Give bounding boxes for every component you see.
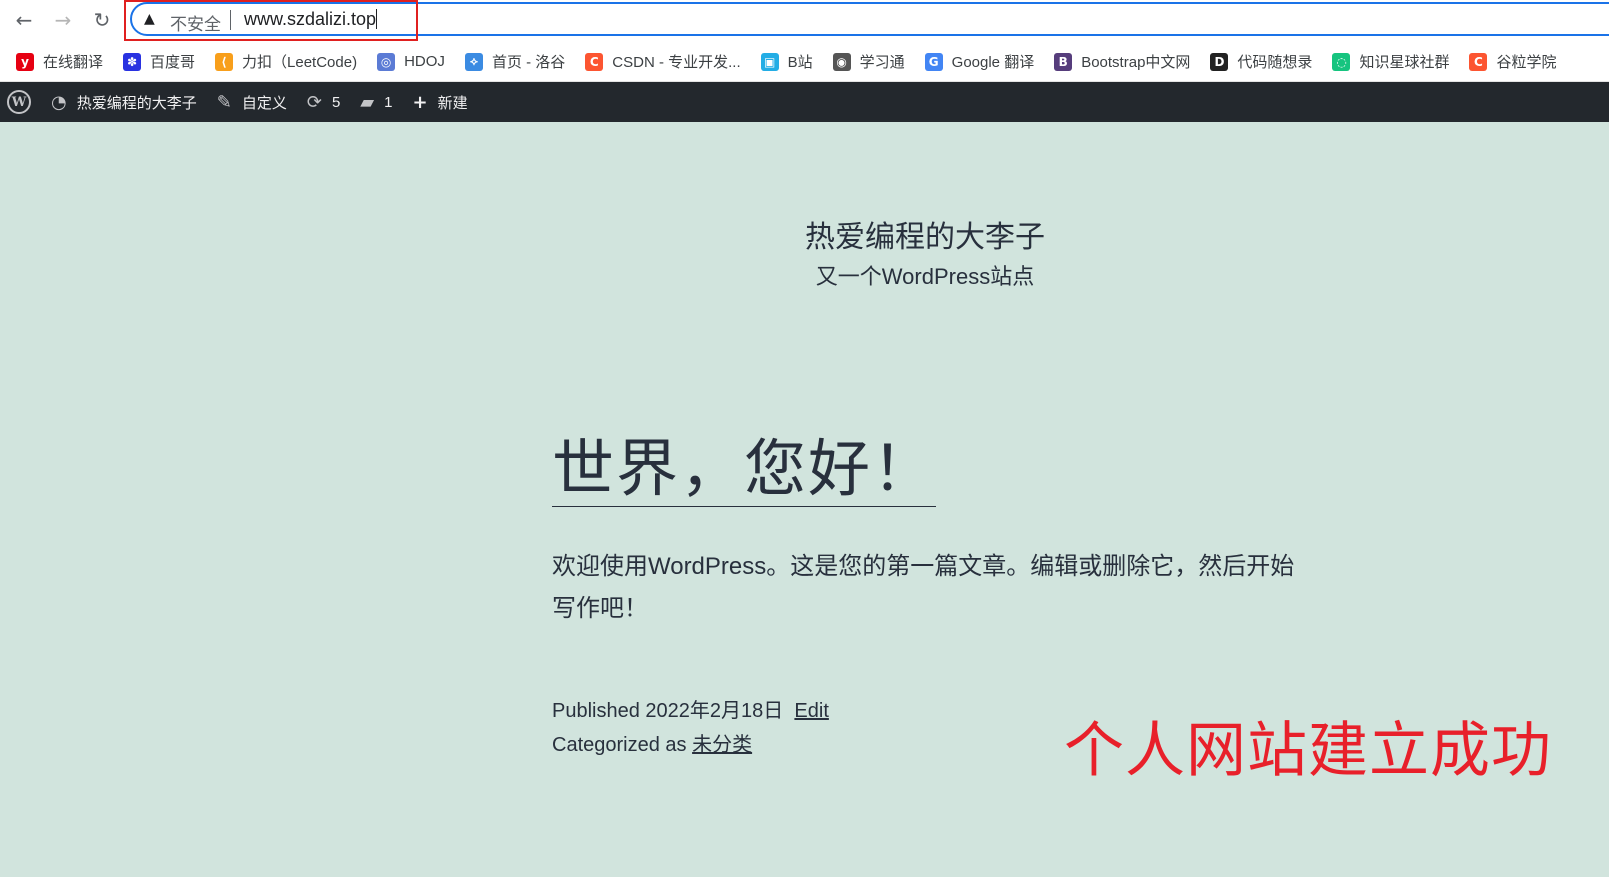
category-link[interactable]: 未分类 bbox=[692, 734, 752, 756]
post-body: 欢迎使用WordPress。这是您的第一篇文章。编辑或删除它，然后开始写作吧！ bbox=[552, 553, 1295, 622]
bookmark-label: 谷粒学院 bbox=[1496, 54, 1557, 71]
bookmark-label: Google 翻译 bbox=[951, 54, 1035, 71]
browser-toolbar: ← → ↻ ▲ 不安全 www.szdalizi.top bbox=[0, 0, 1609, 42]
admin-new-label: 新建 bbox=[437, 94, 468, 112]
bookmark-label: 百度哥 bbox=[150, 54, 196, 71]
url-highlight-box bbox=[124, 0, 418, 41]
admin-customize-label: 自定义 bbox=[241, 94, 287, 112]
bookmark-favicon-icon: ◎ bbox=[377, 52, 396, 71]
categorized-prefix: Categorized as bbox=[552, 734, 687, 756]
admin-comments[interactable]: ▰ 1 bbox=[360, 92, 392, 113]
admin-customize[interactable]: ✎ 自定义 bbox=[217, 92, 287, 113]
bookmark-item[interactable]: G Google 翻译 bbox=[924, 51, 1035, 72]
bookmark-label: HDOJ bbox=[404, 53, 445, 70]
bookmark-favicon-icon: G bbox=[924, 52, 943, 71]
bookmark-item[interactable]: ⟨ 力扣（LeetCode) bbox=[215, 51, 357, 72]
wordpress-logo-icon[interactable]: W bbox=[7, 90, 31, 114]
admin-updates[interactable]: ⟳ 5 bbox=[307, 92, 340, 113]
forward-button[interactable]: → bbox=[49, 6, 77, 34]
bookmark-favicon-icon: B bbox=[1054, 52, 1073, 71]
admin-site-name[interactable]: ◔ 热爱编程的大李子 bbox=[51, 92, 197, 113]
bookmarks-bar: y 在线翻译 ✽ 百度哥 ⟨ 力扣（LeetCode) ◎ HDOJ ⟡ 首页 - 洛谷 C CSDN… bbox=[0, 42, 1609, 82]
bookmark-item[interactable]: ◉ 学习通 bbox=[832, 51, 905, 72]
post-title[interactable]: 世界，您好！ bbox=[552, 435, 937, 508]
bookmark-favicon-icon: D bbox=[1210, 52, 1229, 71]
bookmark-favicon-icon: y bbox=[16, 52, 34, 71]
bookmark-label: 在线翻译 bbox=[43, 54, 104, 71]
bookmark-item[interactable]: B Bootstrap中文网 bbox=[1054, 51, 1190, 72]
category-line: Categorized as 未分类 bbox=[552, 728, 829, 762]
site-title[interactable]: 热爱编程的大李子 bbox=[0, 212, 1609, 256]
bookmark-item[interactable]: ⟡ 首页 - 洛谷 bbox=[464, 51, 566, 72]
bookmark-label: 学习通 bbox=[859, 54, 905, 71]
edit-link[interactable]: Edit bbox=[794, 700, 828, 722]
bookmark-label: B站 bbox=[787, 54, 813, 71]
bookmark-item[interactable]: ◎ HDOJ bbox=[377, 52, 445, 71]
updates-icon: ⟳ bbox=[306, 91, 322, 113]
comment-icon: ▰ bbox=[360, 91, 375, 113]
bookmark-item[interactable]: ◌ 知识星球社群 bbox=[1332, 51, 1449, 72]
published-line: Published 2022年2月18日 Edit bbox=[552, 694, 829, 728]
published-date: 2022年2月18日 bbox=[645, 700, 784, 722]
bookmark-favicon-icon: ▣ bbox=[760, 52, 779, 71]
bookmark-favicon-icon: ◌ bbox=[1332, 52, 1351, 71]
bookmark-item[interactable]: y 在线翻译 bbox=[16, 51, 103, 72]
post-meta: Published 2022年2月18日 Edit Categorized as… bbox=[552, 694, 829, 762]
bookmark-item[interactable]: C 谷粒学院 bbox=[1469, 51, 1556, 72]
bookmark-item[interactable]: ✽ 百度哥 bbox=[123, 51, 195, 72]
back-button[interactable]: ← bbox=[10, 6, 38, 34]
site-description: 又一个WordPress站点 bbox=[815, 264, 1035, 289]
dashboard-icon: ◔ bbox=[51, 91, 67, 113]
bookmark-item[interactable]: ▣ B站 bbox=[760, 51, 813, 72]
admin-new[interactable]: + 新建 bbox=[412, 92, 467, 113]
bookmark-label: 首页 - 洛谷 bbox=[491, 54, 566, 71]
published-prefix: Published bbox=[552, 700, 640, 722]
bookmark-label: CSDN - 专业开发... bbox=[612, 54, 741, 71]
bookmark-favicon-icon: ⟡ bbox=[464, 52, 483, 71]
bookmark-favicon-icon: ◉ bbox=[832, 52, 851, 71]
bookmark-label: Bootstrap中文网 bbox=[1081, 54, 1191, 71]
wp-admin-bar: W ◔ 热爱编程的大李子 ✎ 自定义 ⟳ 5 ▰ 1 + 新建 bbox=[0, 82, 1609, 122]
bookmark-label: 力扣（LeetCode) bbox=[242, 54, 358, 71]
annotation-text: 个人网站建立成功 bbox=[1064, 717, 1552, 784]
updates-count: 5 bbox=[331, 93, 341, 111]
bookmark-favicon-icon: ⟨ bbox=[215, 52, 234, 71]
bookmark-item[interactable]: D 代码随想录 bbox=[1210, 51, 1312, 72]
bookmark-item[interactable]: C CSDN - 专业开发... bbox=[585, 51, 741, 72]
bookmark-favicon-icon: ✽ bbox=[123, 52, 142, 71]
brush-icon: ✎ bbox=[216, 91, 232, 113]
comments-count: 1 bbox=[384, 93, 393, 111]
bookmark-label: 代码随想录 bbox=[1237, 54, 1313, 71]
bookmark-favicon-icon: C bbox=[585, 52, 604, 71]
bookmark-label: 知识星球社群 bbox=[1359, 54, 1450, 71]
plus-icon: + bbox=[412, 91, 428, 113]
reload-button[interactable]: ↻ bbox=[88, 6, 116, 34]
bookmark-favicon-icon: C bbox=[1469, 52, 1488, 71]
admin-site-name-label: 热爱编程的大李子 bbox=[76, 94, 197, 112]
